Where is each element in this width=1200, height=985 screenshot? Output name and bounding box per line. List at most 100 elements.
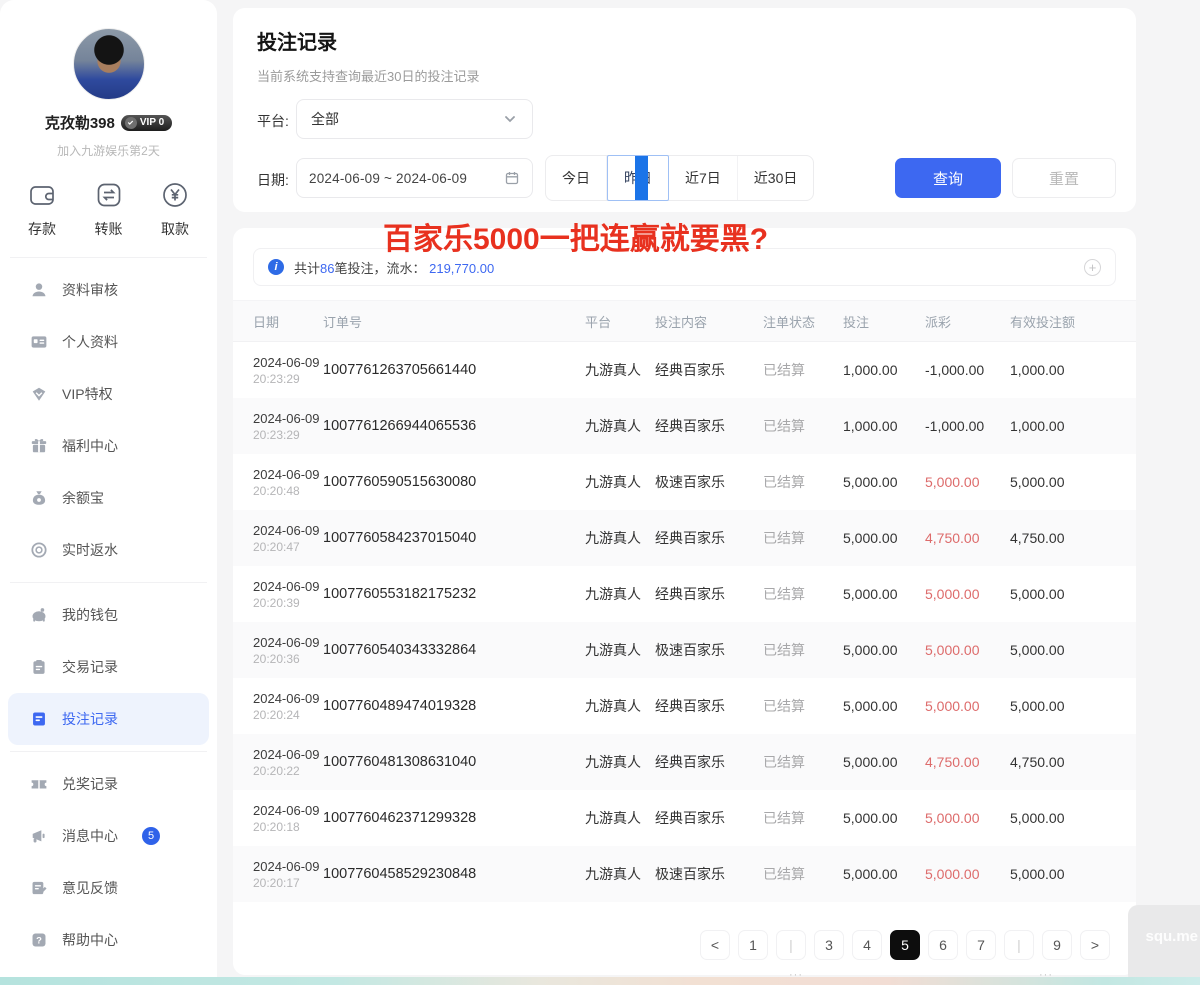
cell-date: 2024-06-0920:23:29	[253, 411, 323, 442]
watermark-background	[1128, 905, 1200, 985]
sidebar-item-my-wallet[interactable]: 我的钱包	[8, 589, 209, 641]
sidebar-item-profile-audit[interactable]: 资料审核	[8, 264, 209, 316]
bottom-gradient-strip	[0, 977, 1200, 985]
platform-select[interactable]: 全部	[296, 99, 533, 139]
sidebar-item-label: 兑奖记录	[62, 774, 118, 794]
prev-page-button[interactable]: <	[700, 930, 730, 960]
page-ellipsis-button[interactable]: |	[1004, 930, 1034, 960]
cell-status: 已结算	[763, 584, 843, 604]
date-value: 2024-06-09	[253, 579, 323, 594]
filter-card: 投注记录 当前系统支持查询最近30日的投注记录 平台: 全部 日期: 2024-…	[233, 8, 1136, 212]
date-value: 2024-06-09	[253, 411, 323, 426]
search-button[interactable]: 查询	[895, 158, 1001, 198]
table-row[interactable]: 2024-06-0920:20:181007760462371299328九游真…	[233, 790, 1136, 846]
date-value: 2024-06-09	[253, 691, 323, 706]
id-card-icon	[30, 333, 48, 351]
avatar[interactable]	[73, 28, 145, 100]
quick-range-今日[interactable]: 今日	[546, 156, 607, 200]
cell-valid-bet: 5,000.00	[1010, 698, 1116, 714]
cell-bet-amount: 1,000.00	[843, 362, 925, 378]
sidebar-item-label: 我的钱包	[62, 605, 118, 625]
page-button-7[interactable]: 7	[966, 930, 996, 960]
nav-group-3: 兑奖记录消息中心5 意见反馈 ?帮助中心	[0, 752, 217, 972]
cell-bet-content: 经典百家乐	[655, 808, 763, 828]
quick-range-昨日[interactable]: 昨日	[607, 155, 669, 201]
date-range-input[interactable]: 2024-06-09 ~ 2024-06-09	[296, 158, 533, 198]
table-row[interactable]: 2024-06-0920:20:221007760481308631040九游真…	[233, 734, 1136, 790]
cell-date: 2024-06-0920:20:39	[253, 579, 323, 610]
quick-range-近30日[interactable]: 近30日	[738, 156, 814, 200]
page-button-5[interactable]: 5	[890, 930, 920, 960]
page-button-4[interactable]: 4	[852, 930, 882, 960]
cell-payout: -1,000.00	[925, 362, 1010, 378]
cell-payout: 5,000.00	[925, 642, 1010, 658]
withdraw-label: 取款	[161, 219, 189, 239]
table-header-row: 日期订单号平台投注内容注单状态投注派彩有效投注额	[233, 300, 1136, 342]
cell-platform: 九游真人	[585, 864, 655, 884]
transfer-button[interactable]: 转账	[93, 179, 125, 239]
date-value: 2024-06-09	[253, 523, 323, 538]
sidebar-item-label: 福利中心	[62, 436, 118, 456]
page-button-6[interactable]: 6	[928, 930, 958, 960]
reset-button[interactable]: 重置	[1012, 158, 1116, 198]
table-row[interactable]: 2024-06-0920:20:471007760584237015040九游真…	[233, 510, 1136, 566]
sidebar-item-message-center[interactable]: 消息中心5	[8, 810, 209, 862]
sidebar-item-help-center[interactable]: ?帮助中心	[8, 914, 209, 966]
withdraw-button[interactable]: 取款	[159, 179, 191, 239]
page-subtitle: 当前系统支持查询最近30日的投注记录	[257, 66, 479, 85]
cell-order-number: 1007760553182175232	[323, 586, 585, 602]
sidebar-item-prize-records[interactable]: 兑奖记录	[8, 758, 209, 810]
date-value: 2024-06-09	[253, 355, 323, 370]
cell-status: 已结算	[763, 472, 843, 492]
sidebar-item-bet-records[interactable]: 投注记录	[8, 693, 209, 745]
next-page-button[interactable]: >	[1080, 930, 1110, 960]
cell-bet-content: 极速百家乐	[655, 864, 763, 884]
gift-icon	[30, 437, 48, 455]
page-button-9[interactable]: 9	[1042, 930, 1072, 960]
table-row[interactable]: 2024-06-0920:20:171007760458529230848九游真…	[233, 846, 1136, 902]
deposit-button[interactable]: 存款	[26, 179, 58, 239]
chevron-down-icon	[502, 111, 518, 127]
overlay-annotation-text: 百家乐5000一把连赢就要黑?	[383, 214, 768, 258]
deposit-icon	[26, 179, 58, 211]
table-row[interactable]: 2024-06-0920:23:291007761263705661440九游真…	[233, 342, 1136, 398]
diamond-icon	[30, 385, 48, 403]
column-header: 投注内容	[655, 312, 763, 331]
table-row[interactable]: 2024-06-0920:20:361007760540343332864九游真…	[233, 622, 1136, 678]
sidebar-item-feedback[interactable]: 意见反馈	[8, 862, 209, 914]
column-header: 订单号	[323, 312, 585, 331]
page-button-1[interactable]: 1	[738, 930, 768, 960]
cell-platform: 九游真人	[585, 416, 655, 436]
cell-valid-bet: 5,000.00	[1010, 866, 1116, 882]
cell-date: 2024-06-0920:20:48	[253, 467, 323, 498]
column-header: 日期	[253, 312, 323, 331]
cell-valid-bet: 5,000.00	[1010, 810, 1116, 826]
cell-status: 已结算	[763, 808, 843, 828]
nav-group-1: 资料审核个人资料VIP特权福利中心余额宝实时返水	[0, 258, 217, 582]
cell-bet-content: 经典百家乐	[655, 696, 763, 716]
date-value: 2024-06-09	[253, 803, 323, 818]
sidebar-item-welfare-center[interactable]: 福利中心	[8, 420, 209, 472]
sidebar-item-yuebao[interactable]: 余额宝	[8, 472, 209, 524]
expand-plus-icon[interactable]: +	[1084, 259, 1101, 276]
sidebar-item-transaction-records[interactable]: 交易记录	[8, 641, 209, 693]
table-row[interactable]: 2024-06-0920:20:241007760489474019328九游真…	[233, 678, 1136, 734]
sidebar-item-realtime-rebate[interactable]: 实时返水	[8, 524, 209, 576]
sidebar-item-label: 意见反馈	[62, 878, 118, 898]
cell-payout: 5,000.00	[925, 866, 1010, 882]
pagination: <1 | 34567 | 9 >	[700, 930, 1110, 960]
table-row[interactable]: 2024-06-0920:20:391007760553182175232九游真…	[233, 566, 1136, 622]
quick-range-group: 今日昨日近7日近30日	[545, 155, 814, 201]
page-ellipsis-button[interactable]: |	[776, 930, 806, 960]
cell-status: 已结算	[763, 864, 843, 884]
cell-payout: 4,750.00	[925, 530, 1010, 546]
cell-bet-content: 极速百家乐	[655, 640, 763, 660]
quick-range-近7日[interactable]: 近7日	[669, 156, 738, 200]
table-row[interactable]: 2024-06-0920:23:291007761266944065536九游真…	[233, 398, 1136, 454]
page-button-3[interactable]: 3	[814, 930, 844, 960]
sidebar-item-vip-privileges[interactable]: VIP特权	[8, 368, 209, 420]
date-label: 日期:	[257, 170, 289, 190]
sidebar-item-personal-info[interactable]: 个人资料	[8, 316, 209, 368]
cell-payout: 5,000.00	[925, 810, 1010, 826]
table-row[interactable]: 2024-06-0920:20:481007760590515630080九游真…	[233, 454, 1136, 510]
